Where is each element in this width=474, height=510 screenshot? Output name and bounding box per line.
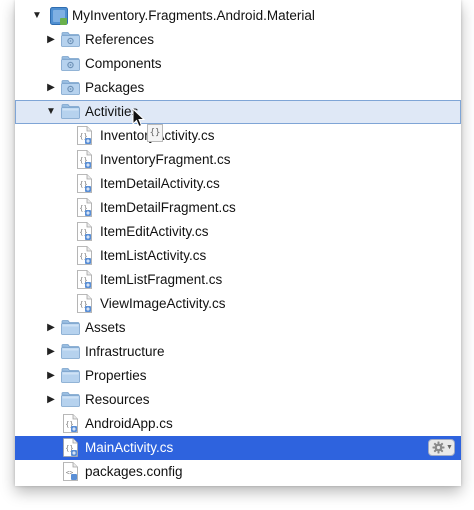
project-icon [50,7,68,25]
tree-item-assets[interactable]: ▶ Assets [15,316,461,340]
csharp-file-icon [77,270,92,289]
tree-item-infrastructure[interactable]: ▶ Infrastructure [15,340,461,364]
disclosure-triangle-right-icon[interactable]: ▶ [45,370,57,382]
disclosure-triangle-right-icon[interactable]: ▶ [45,322,57,334]
csharp-file-icon [77,294,92,313]
tree-item-file[interactable]: packages.config [15,460,461,484]
tree-item-label: ItemEditActivity.cs [100,224,209,239]
csharp-file-icon [77,174,92,193]
tree-item-label: ItemDetailActivity.cs [100,176,220,191]
tree-item-components[interactable]: Components [15,52,461,76]
tree-item-file[interactable]: ItemListFragment.cs [15,268,461,292]
solution-tree: ▼ MyInventory.Fragments.Android.Material… [15,0,461,486]
tree-item-label: AndroidApp.cs [85,416,173,431]
tree-item-label: Resources [85,392,150,407]
tree-item-label: Packages [85,80,145,95]
folder-icon [61,104,80,119]
csharp-file-icon [77,150,92,169]
csharp-file-icon [77,222,92,241]
tree-item-file[interactable]: AndroidApp.cs [15,412,461,436]
mouse-cursor-icon [132,108,146,128]
disclosure-triangle-right-icon[interactable]: ▶ [45,34,57,46]
tree-item-label: ItemListActivity.cs [100,248,207,263]
tree-item-label: References [85,32,155,47]
gear-folder-icon [61,56,80,71]
csharp-file-icon [63,414,78,433]
tree-item-label: Activities [85,104,139,119]
csharp-file-icon [77,246,92,265]
folder-icon [61,320,80,335]
tree-item-file[interactable]: InventoryActivity.cs [15,124,461,148]
tree-item-file[interactable]: ItemEditActivity.cs [15,220,461,244]
tree-item-project[interactable]: ▼ MyInventory.Fragments.Android.Material [15,4,461,28]
csharp-file-icon [77,198,92,217]
tree-item-label: MainActivity.cs [85,440,174,455]
tree-item-label: ViewImageActivity.cs [100,296,226,311]
tree-item-label: packages.config [85,464,183,479]
tree-item-file[interactable]: InventoryFragment.cs [15,148,461,172]
csharp-file-icon [63,438,78,457]
tree-item-label: ItemListFragment.cs [100,272,223,287]
gear-folder-icon [61,80,80,95]
gear-icon [432,441,445,454]
tree-item-file[interactable]: ItemDetailActivity.cs [15,172,461,196]
tree-item-label: MyInventory.Fragments.Android.Material [72,8,315,23]
tree-item-label: Assets [85,320,126,335]
disclosure-triangle-right-icon[interactable]: ▶ [45,82,57,94]
tree-item-label: ItemDetailFragment.cs [100,200,236,215]
disclosure-triangle-down-icon[interactable]: ▼ [31,10,43,22]
folder-icon [61,344,80,359]
folder-icon [61,392,80,407]
chevron-down-icon: ▼ [446,444,453,451]
disclosure-triangle-right-icon[interactable]: ▶ [45,346,57,358]
drag-ghost-file-icon: {} [147,124,163,142]
tree-item-file[interactable]: ViewImageActivity.cs [15,292,461,316]
disclosure-triangle-right-icon[interactable]: ▶ [45,394,57,406]
tree-item-file[interactable]: ItemListActivity.cs [15,244,461,268]
tree-item-file[interactable]: ItemDetailFragment.cs [15,196,461,220]
xml-file-icon [63,462,78,481]
tree-item-properties[interactable]: ▶ Properties [15,364,461,388]
tree-item-label: Components [85,56,162,71]
tree-item-packages[interactable]: ▶ Packages [15,76,461,100]
item-actions-button[interactable]: ▼ [428,439,455,456]
tree-item-label: Properties [85,368,147,383]
gear-folder-icon [61,32,80,47]
disclosure-triangle-down-icon[interactable]: ▼ [45,106,57,118]
folder-icon [61,368,80,383]
csharp-file-icon [77,126,92,145]
tree-item-label: InventoryFragment.cs [100,152,231,167]
tree-item-file-selected[interactable]: MainActivity.cs ▼ [15,436,461,460]
tree-item-references[interactable]: ▶ References [15,28,461,52]
tree-item-activities[interactable]: ▼ Activities [15,100,461,124]
tree-item-resources[interactable]: ▶ Resources [15,388,461,412]
tree-item-label: Infrastructure [85,344,165,359]
